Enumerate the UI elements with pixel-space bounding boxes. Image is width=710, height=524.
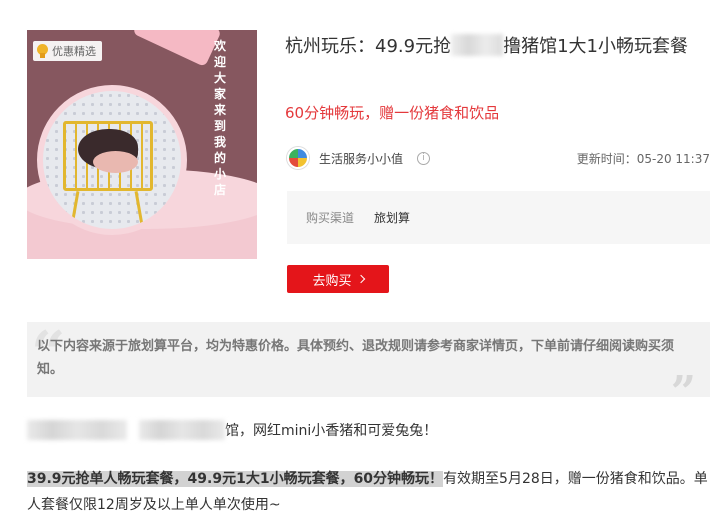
badge-label: 优惠精选 [52,45,96,58]
product-image[interactable]: 欢迎大家来到我的小店 优惠精选 [27,30,257,259]
merchant-name[interactable]: 生活服务小小值 [319,150,403,167]
medal-icon [37,44,48,58]
channel-value: 旅划算 [374,211,411,225]
title-part-1: 杭州玩乐：49.9元抢 [285,36,452,57]
update-time: 更新时间：05-20 11:37 [576,151,710,166]
merchant-row: 生活服务小小值 i 更新时间：05-20 11:37 [287,147,710,169]
purchase-channel-box: 购买渠道 旅划算 [287,191,710,244]
redacted-text [27,420,127,440]
image-caption: 欢迎大家来到我的小店 [213,39,226,197]
avatar[interactable] [287,147,309,169]
buy-button-label: 去购买 [312,273,352,289]
info-icon[interactable]: i [417,151,431,165]
decorative-shape [132,30,222,68]
pig-photo [37,85,187,235]
intro-paragraph: 馆，网红mini小香猪和可爱兔兔！ [27,418,437,442]
pig-belly [93,151,138,173]
redacted-text [139,420,225,440]
title-part-2: 撸猪馆1大1小畅玩套餐 [503,36,688,57]
redacted-text [451,34,504,56]
buy-button[interactable]: 去购买 [287,265,389,293]
channel-label: 购买渠道 [306,211,355,225]
disclaimer-text: 以下内容来源于旅划算平台，均为特惠价格。具体预约、退改规则请参考商家详情页，下单… [37,339,675,377]
featured-badge: 优惠精选 [33,41,102,61]
deal-paragraph: 39.9元抢单人畅玩套餐，49.9元1大1小畅玩套餐，60分钟畅玩！有效期至5月… [27,466,710,518]
deal-highlight: 39.9元抢单人畅玩套餐，49.9元1大1小畅玩套餐，60分钟畅玩！ [27,471,444,487]
disclaimer-box: “ ” 以下内容来源于旅划算平台，均为特惠价格。具体预约、退改规则请参考商家详情… [27,322,710,415]
product-subtitle: 60分钟畅玩，赠一份猪食和饮品 [285,104,500,122]
product-title[interactable]: 杭州玩乐：49.9元抢 撸猪馆1大1小畅玩套餐 [285,32,710,62]
chevron-right-icon [356,274,365,284]
intro-text: 馆，网红mini小香猪和可爱兔兔！ [225,423,438,439]
